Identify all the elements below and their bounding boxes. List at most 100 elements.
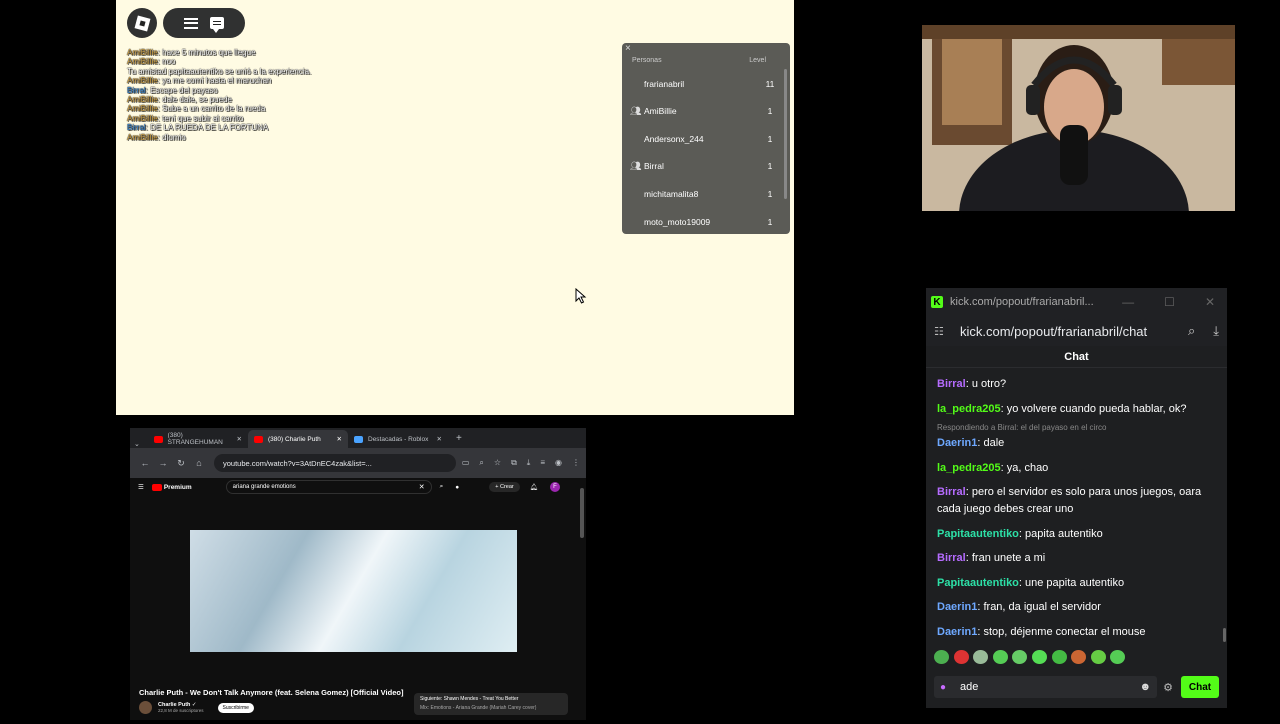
bookmark-star-icon[interactable]: ☆ — [494, 458, 501, 468]
chat-username[interactable]: Daerin1 — [937, 626, 977, 638]
extensions-icon[interactable]: ⧉ — [511, 458, 517, 468]
game-window[interactable]: AmiBillie: hace 5 minutos que llegue AmiB… — [116, 0, 794, 415]
chat-username[interactable]: Daerin1 — [937, 601, 977, 613]
up-next-card[interactable]: Siguiente: Shawn Mendes - Treat You Bett… — [414, 693, 568, 715]
emote-icon[interactable] — [973, 650, 989, 664]
emote-icon[interactable] — [1090, 650, 1106, 664]
emote-icon[interactable] — [953, 650, 969, 664]
emoji-icon[interactable]: ☻ — [1140, 681, 1152, 693]
close-tab-icon[interactable]: ✕ — [437, 435, 442, 443]
mic-icon[interactable]: ● — [940, 682, 946, 693]
channel-avatar[interactable] — [139, 701, 152, 714]
more-menu-icon[interactable]: ⋮ — [572, 458, 580, 468]
site-settings-icon[interactable]: ☷ — [934, 325, 948, 338]
zoom-icon[interactable]: ⌕ — [1188, 323, 1195, 339]
emote-icon[interactable] — [1051, 650, 1067, 664]
chat-username[interactable]: Papitaautentiko — [937, 577, 1019, 589]
chat-username[interactable]: Birral — [937, 552, 966, 564]
youtube-logo[interactable]: Premium — [151, 483, 192, 491]
subscribe-button[interactable]: Suscribirme — [217, 702, 254, 713]
home-icon[interactable]: ⌂ — [190, 458, 208, 468]
hamburger-icon[interactable] — [184, 17, 198, 29]
forward-icon[interactable]: → — [154, 458, 172, 468]
game-chat-user[interactable]: Birral — [127, 86, 146, 95]
chat-message: Birral: fran unete a mi — [937, 550, 1216, 567]
chat-input-value[interactable]: ade — [960, 681, 978, 693]
chat-text: : dale — [977, 437, 1005, 449]
emote-icon[interactable] — [1031, 650, 1047, 664]
zoom-icon[interactable]: ⌕ — [479, 458, 483, 468]
download-icon[interactable]: ⤓ — [527, 458, 531, 468]
media-icon[interactable]: ≡ — [540, 458, 545, 468]
chat-username[interactable]: Papitaautentiko — [937, 528, 1019, 540]
chat-scrollbar[interactable] — [1223, 628, 1226, 642]
back-icon[interactable]: ← — [136, 458, 154, 468]
game-chat-user[interactable]: AmiBillie — [127, 76, 158, 85]
chat-username[interactable]: Birral — [937, 378, 966, 390]
player-row[interactable]: 👥︎ Birral 1 — [622, 153, 780, 180]
mic-icon[interactable]: ● — [455, 484, 459, 491]
gear-icon[interactable]: ⚙ — [1163, 681, 1173, 694]
people-header: Personas — [632, 57, 662, 64]
chat-bubble-icon[interactable] — [210, 17, 224, 33]
webcam-image — [922, 25, 1235, 211]
profile-icon[interactable]: ◉ — [555, 458, 562, 468]
player-list-scrollbar[interactable] — [784, 69, 787, 199]
url-text[interactable]: kick.com/popout/frarianabril/chat — [960, 324, 1170, 339]
search-value[interactable]: ariana grande emotions — [233, 484, 296, 490]
download-icon[interactable]: ⤓ — [1213, 323, 1219, 339]
game-chat-user[interactable]: AmiBillie — [127, 114, 158, 123]
game-chat-user[interactable]: AmiBillie — [127, 133, 158, 142]
search-input[interactable]: ariana grande emotions ✕ — [225, 480, 432, 494]
game-chat-user[interactable]: AmiBillie — [127, 95, 158, 104]
new-tab-icon[interactable]: + — [456, 433, 462, 444]
webcam-feed — [922, 25, 1235, 211]
close-tab-icon[interactable]: ✕ — [337, 435, 342, 443]
game-chat-user[interactable]: AmiBillie — [127, 48, 158, 57]
player-row[interactable]: 👥︎ AmiBillie 1 — [622, 98, 780, 125]
emote-icon[interactable] — [934, 650, 949, 664]
hamburger-icon[interactable]: ☰ — [138, 483, 144, 491]
search-icon[interactable]: ⌕ — [440, 483, 444, 491]
browser-tab[interactable]: Destacadas - Roblox ✕ — [348, 430, 448, 448]
emote-icon[interactable] — [1012, 650, 1028, 664]
close-icon[interactable]: × — [625, 43, 631, 54]
avatar[interactable]: F — [550, 482, 560, 492]
chat-input[interactable]: ● ade ☻ — [934, 676, 1158, 698]
chat-username[interactable]: la_pedra205 — [937, 403, 1001, 415]
player-row[interactable]: moto_moto19009 1 — [622, 208, 780, 235]
player-row[interactable]: frarianabril 11 — [622, 70, 780, 97]
tab-search-icon[interactable]: ⌄ — [134, 440, 148, 448]
create-button[interactable]: + Crear — [489, 482, 520, 492]
roblox-menu-button[interactable] — [127, 8, 157, 38]
reply-context[interactable]: Respondiendo a Birral: el del payaso en … — [937, 423, 1216, 433]
youtube-favicon-icon — [154, 435, 163, 443]
maximize-icon[interactable]: ☐ — [1164, 295, 1175, 309]
video-player[interactable] — [190, 530, 517, 652]
browser-tab[interactable]: (380) Charlie Puth ✕ — [248, 430, 348, 448]
clear-search-icon[interactable]: ✕ — [419, 483, 425, 491]
send-chat-button[interactable]: Chat — [1181, 676, 1219, 698]
close-tab-icon[interactable]: ✕ — [237, 435, 242, 443]
chat-username[interactable]: la_pedra205 — [937, 462, 1001, 474]
browser-tab[interactable]: (380) STRANGEHUMAN ✕ — [148, 430, 248, 448]
emote-icon[interactable] — [1071, 650, 1087, 664]
notifications-icon[interactable]: 🔔︎ — [530, 483, 538, 491]
emote-icon[interactable] — [992, 650, 1008, 664]
minimize-icon[interactable]: — — [1122, 295, 1134, 309]
game-chat-user[interactable]: AmiBillie — [127, 104, 158, 113]
address-text[interactable]: youtube.com/watch?v=3AtDnEC4zak&list=... — [223, 459, 372, 468]
cast-icon[interactable]: ▭ — [462, 458, 470, 468]
game-chat-user[interactable]: AmiBillie — [127, 57, 158, 66]
chat-username[interactable]: Birral — [937, 486, 966, 498]
close-icon[interactable]: ✕ — [1205, 295, 1215, 309]
address-bar[interactable]: youtube.com/watch?v=3AtDnEC4zak&list=... — [214, 454, 456, 472]
chat-username[interactable]: Daerin1 — [937, 437, 977, 449]
emote-icon[interactable] — [1110, 650, 1126, 664]
player-row[interactable]: Andersonx_244 1 — [622, 125, 780, 152]
page-scrollbar[interactable] — [580, 488, 584, 538]
game-chat-user[interactable]: Birral — [127, 123, 146, 132]
player-row[interactable]: michitamalita8 1 — [622, 180, 780, 207]
player-level: 1 — [767, 161, 773, 172]
reload-icon[interactable]: ↻ — [172, 458, 190, 469]
